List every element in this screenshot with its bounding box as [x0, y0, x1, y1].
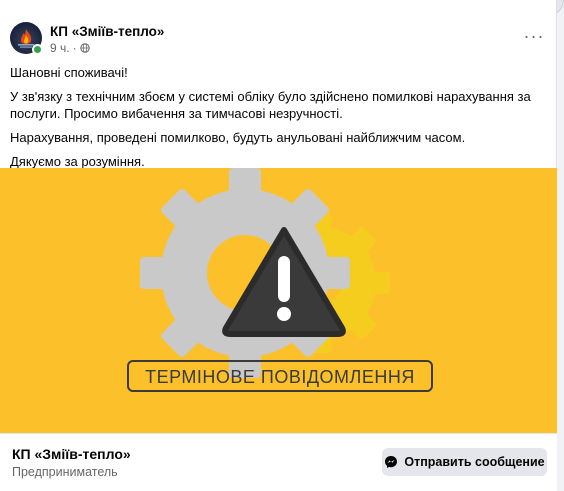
post-time[interactable]: 9 ч. — [50, 41, 70, 55]
post-paragraph: Шановні споживачі! — [10, 65, 128, 80]
send-message-label: Отправить сообщение — [404, 455, 545, 469]
send-message-button[interactable]: Отправить сообщение — [382, 448, 547, 476]
meta-separator: · — [72, 41, 77, 55]
post-text: Шановні споживачі! У зв'язку з технічним… — [10, 64, 550, 177]
gear-icon — [140, 168, 350, 378]
urgent-notice-illustration: ТЕРМІНОВЕ ПОВІДОМЛЕННЯ — [127, 168, 433, 392]
page-footer: КП «Зміїв-тепло» Предприниматель Отправи… — [0, 433, 557, 491]
post-paragraph: Нарахування, проведені помилково, будуть… — [10, 130, 466, 145]
more-horizontal-icon[interactable]: ··· — [522, 27, 546, 48]
post-card: КП «Зміїв-тепло» 9 ч. · ··· Шановні спож… — [0, 0, 557, 491]
post-paragraph: У зв'язку з технічним збоєм у системі об… — [10, 89, 531, 121]
page-name-link[interactable]: КП «Зміїв-тепло» — [50, 24, 164, 39]
online-status-dot — [32, 44, 43, 55]
messenger-icon — [385, 456, 398, 468]
footer-page-name[interactable]: КП «Зміїв-тепло» — [12, 446, 131, 462]
post-image[interactable]: ТЕРМІНОВЕ ПОВІДОМЛЕННЯ — [0, 168, 557, 433]
globe-icon[interactable] — [79, 43, 90, 53]
post-meta: 9 ч. · — [50, 41, 90, 55]
footer-page-category: Предприниматель — [12, 465, 118, 479]
post-header: КП «Зміїв-тепло» 9 ч. · ··· — [10, 22, 550, 58]
banner-text: ТЕРМІНОВЕ ПОВІДОМЛЕННЯ — [145, 367, 415, 387]
